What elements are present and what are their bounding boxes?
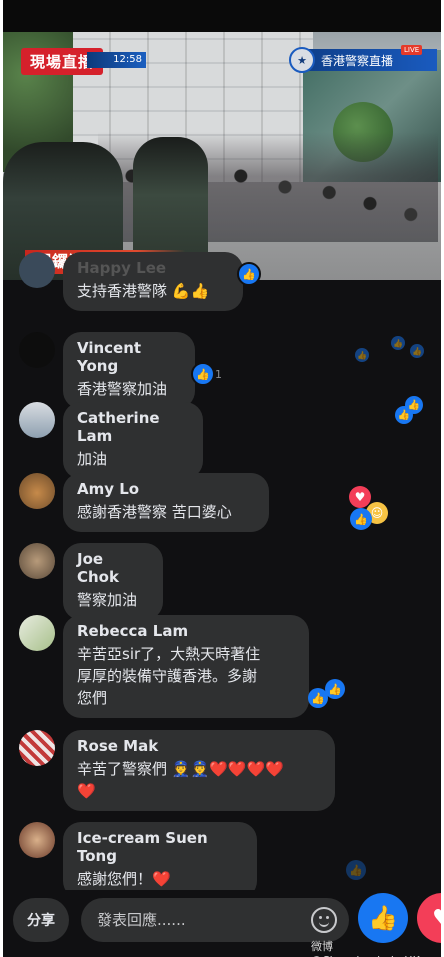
commenter-name[interactable]: Happy Lee: [77, 259, 229, 277]
comment-text: 支持香港警隊 💪👍: [77, 282, 210, 300]
commenter-name[interactable]: Ice-cream Suen Tong: [77, 829, 243, 865]
comment-bubble: Catherine Lam 加油: [63, 402, 203, 479]
comment-bubble: Vincent Yong 香港警察加油: [63, 332, 195, 409]
avatar[interactable]: [19, 730, 55, 766]
commenter-name[interactable]: Rose Mak: [77, 737, 321, 755]
avatar[interactable]: [19, 615, 55, 651]
avatar[interactable]: [19, 332, 55, 368]
like-icon: 👍: [191, 362, 215, 386]
comment-text: 感謝您們！❤️: [77, 870, 171, 888]
comment-text-line: 您們: [77, 689, 108, 707]
commenter-name[interactable]: Vincent Yong: [77, 339, 181, 375]
avatar[interactable]: [19, 822, 55, 858]
floating-like-icon: 👍: [325, 679, 345, 699]
avatar[interactable]: [19, 402, 55, 438]
avatar[interactable]: [19, 252, 55, 288]
comment-bubble: Rebecca Lam 辛苦亞sir了，大熱天時著住 厚厚的裝備守護香港。多謝 …: [63, 615, 309, 718]
avatar[interactable]: [19, 473, 55, 509]
comment-bubble: Amy Lo 感謝香港警察 苦口婆心: [63, 473, 269, 532]
commenter-name[interactable]: Amy Lo: [77, 480, 255, 498]
floating-like-icon: 👍: [350, 508, 372, 530]
comment-text: 感謝香港警察 苦口婆心: [77, 503, 232, 521]
love-button[interactable]: ♥: [417, 893, 441, 943]
like-button[interactable]: 👍: [358, 893, 408, 943]
live-tag: LIVE: [401, 45, 423, 55]
commenter-name[interactable]: Rebecca Lam: [77, 622, 295, 640]
live-video[interactable]: 現場直播 12:58 ★ 香港警察直播 LIVE 銅鑼灣現場: [3, 32, 441, 280]
time-display: 12:58: [87, 52, 146, 68]
floating-like-icon: 👍: [346, 860, 366, 880]
avatar[interactable]: [19, 543, 55, 579]
floating-love-icon: ♥: [349, 486, 371, 508]
phone-screen: 現場直播 12:58 ★ 香港警察直播 LIVE 銅鑼灣現場 Happy Lee…: [3, 0, 441, 957]
floating-like-icon: 👍: [405, 396, 423, 414]
comment-text-line: 厚厚的裝備守護香港。多謝: [77, 667, 258, 685]
comment-text-line: 辛苦亞sir了，大熱天時著住: [77, 645, 261, 663]
channel-name: 香港警察直播: [321, 53, 394, 68]
commenter-name[interactable]: Joe Chok: [77, 550, 149, 586]
comment-bubble: Ice-cream Suen Tong 感謝您們！❤️: [63, 822, 257, 899]
share-button[interactable]: 分享: [13, 898, 69, 942]
comment-bubble: Happy Lee 支持香港警隊 💪👍: [63, 252, 243, 311]
comment-bubble: Joe Chok 警察加油: [63, 543, 163, 620]
emoji-icon[interactable]: [311, 907, 337, 933]
floating-like-icon: 👍: [355, 348, 369, 362]
floating-like-icon: 👍: [410, 344, 424, 358]
comment-text: 加油: [77, 450, 108, 468]
comments-list[interactable]: Happy Lee 支持香港警隊 💪👍 👍 Vincent Yong 香港警察加…: [3, 252, 441, 899]
comment-text-line: ❤️: [77, 782, 96, 800]
reply-field[interactable]: [81, 898, 349, 942]
comment-text: 警察加油: [77, 591, 138, 609]
comment-text-line: 辛苦了警察們 👮👮❤️❤️❤️❤️: [77, 760, 284, 778]
like-count: 1: [215, 368, 222, 381]
status-bar: [3, 0, 441, 32]
comment-text: 香港警察加油: [77, 380, 168, 398]
floating-like-icon: 👍: [391, 336, 405, 350]
commenter-name[interactable]: Catherine Lam: [77, 409, 189, 445]
police-seal-icon: ★: [289, 47, 315, 73]
watermark: 微博 @ChanchanbabyHK: [311, 940, 420, 957]
reply-input[interactable]: [95, 910, 299, 930]
like-icon: 👍: [237, 262, 261, 286]
bottom-bar: 分享 👍 ♥ 微博 @ChanchanbabyHK: [3, 890, 441, 957]
comment-bubble: Rose Mak 辛苦了警察們 👮👮❤️❤️❤️❤️ ❤️: [63, 730, 335, 811]
